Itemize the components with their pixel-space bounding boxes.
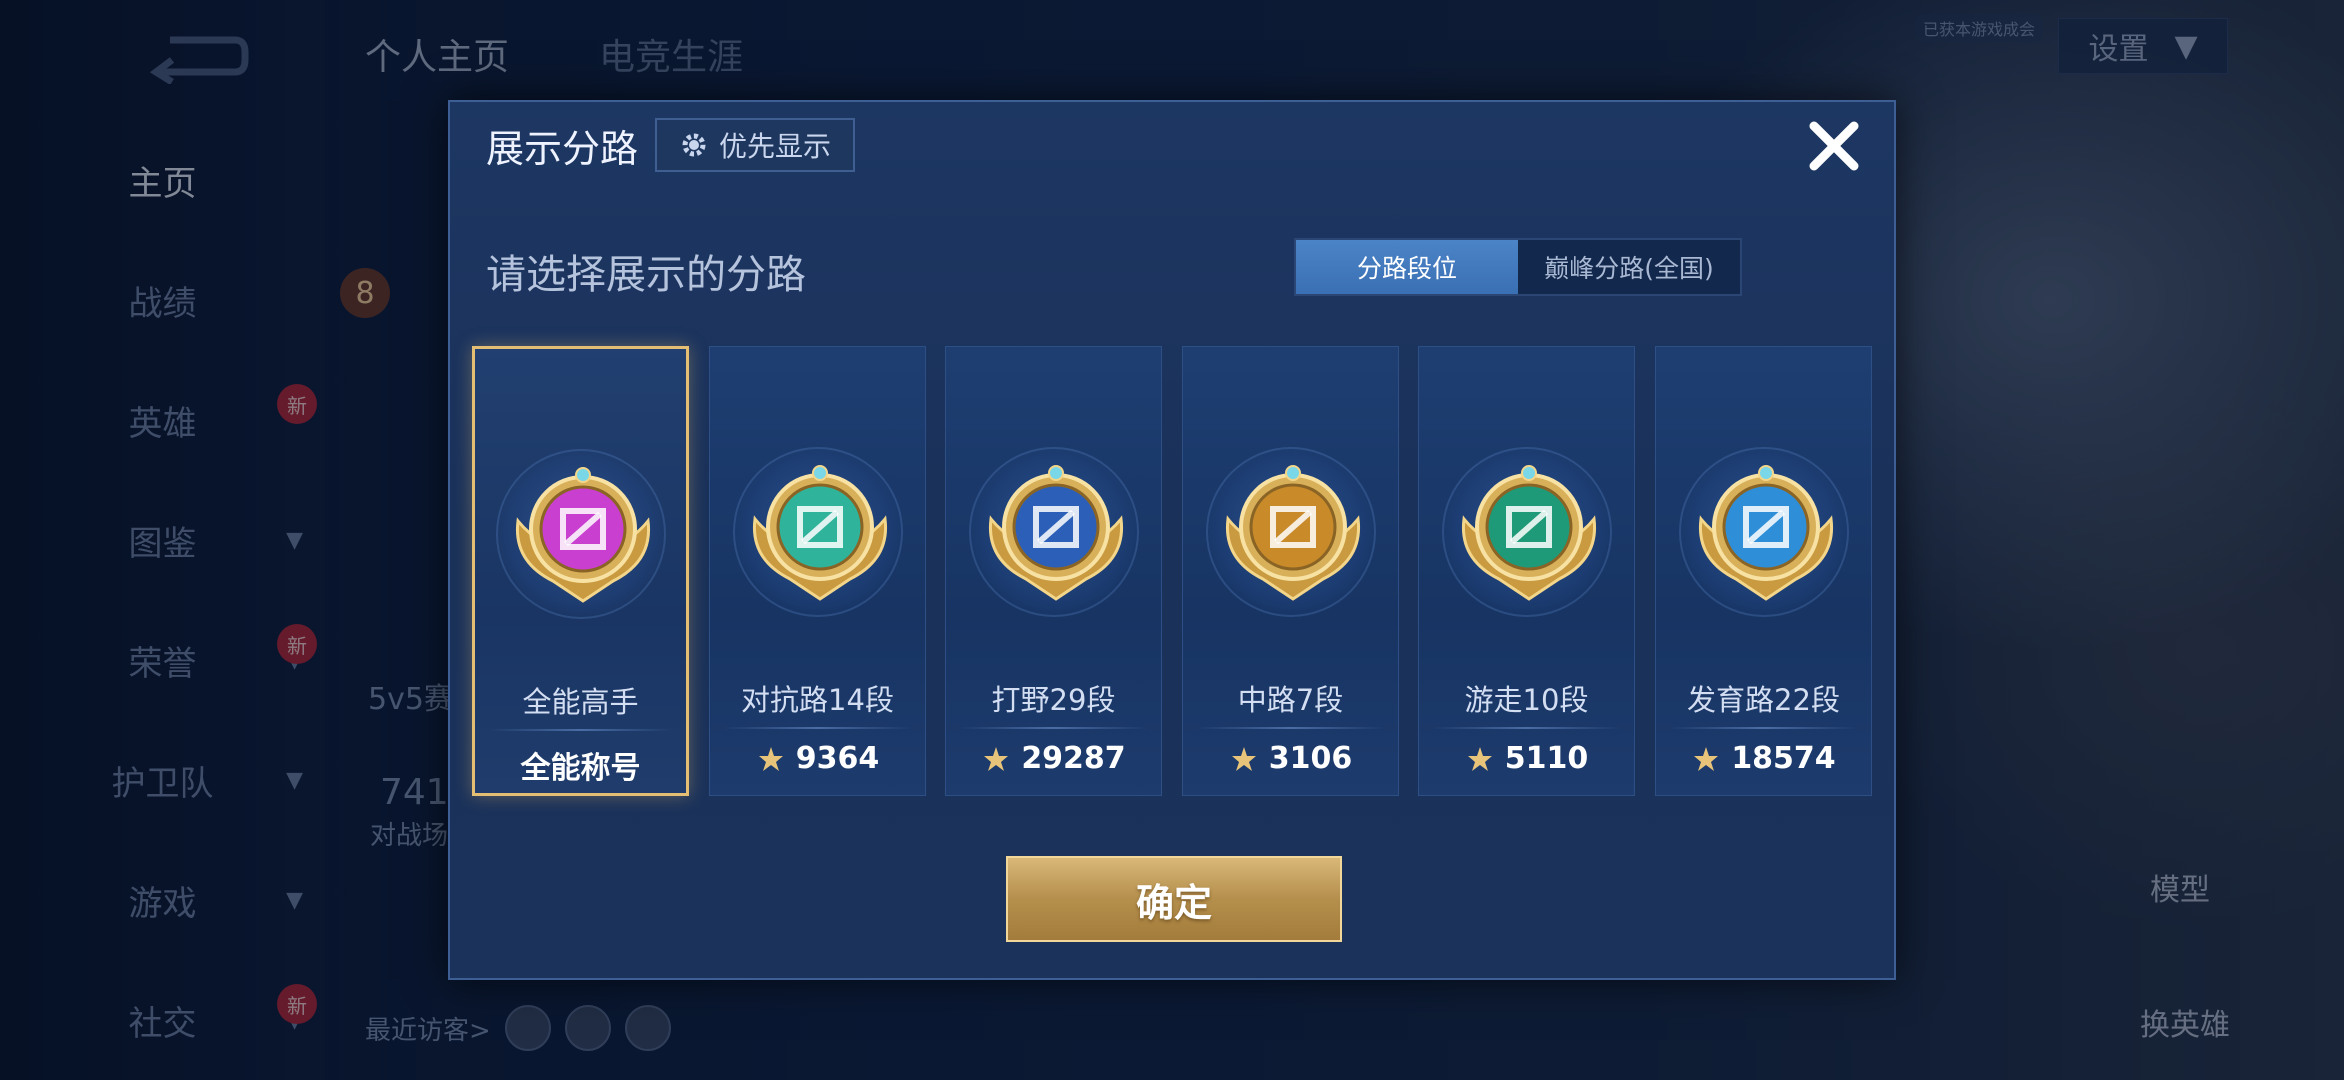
lane-card-name: 游走10段 [1464, 683, 1589, 717]
lane-card-name: 对抗路14段 [741, 683, 894, 717]
lane-card-value: 5110 [1419, 741, 1634, 776]
lane-card-value-text: 5110 [1504, 741, 1589, 776]
modal-title: 展示分路 [486, 127, 639, 171]
lane-card-list: 全能高手 全能称号 对抗路14段 9364 打野29段 29287 中路7段 3106 … [472, 346, 1882, 796]
lane-card-name: 全能高手 [522, 685, 639, 719]
all-round-icon [515, 467, 650, 603]
lane-card-value-text: 9364 [795, 741, 880, 776]
rank-points-icon [1694, 746, 1719, 771]
lane-badge [495, 449, 666, 619]
lane-badge [1678, 447, 1849, 617]
lane-badge [968, 447, 1139, 617]
priority-display-label: 优先显示 [718, 130, 831, 163]
modal-header: 展示分路 优先显示 [450, 102, 1894, 188]
lane-card[interactable]: 全能高手 全能称号 [472, 346, 689, 796]
lane-card-value-text: 全能称号 [520, 751, 641, 786]
confirm-button[interactable]: 确定 [1006, 856, 1342, 942]
lane-card-divider [1197, 727, 1384, 729]
lane-card-value: 3106 [1183, 741, 1398, 776]
roam-icon [1461, 465, 1596, 601]
priority-display-button[interactable]: 优先显示 [655, 118, 855, 172]
farm-lane-icon [1698, 465, 1833, 601]
lane-card-value: 全能称号 [475, 743, 686, 787]
lane-card-value: 29287 [946, 741, 1161, 776]
lane-card-value: 18574 [1656, 741, 1871, 776]
tab-peak-lane-national[interactable]: 巅峰分路(全国) [1518, 240, 1740, 294]
lane-card[interactable]: 中路7段 3106 [1182, 346, 1399, 796]
lane-card-name: 发育路22段 [1687, 683, 1840, 717]
modal-subtitle: 请选择展示的分路 [486, 252, 806, 298]
lane-card[interactable]: 打野29段 29287 [945, 346, 1162, 796]
lane-display-modal: 展示分路 优先显示 请选择展示的分路 分路段位 巅峰分路(全国) 全能高手全能称… [448, 100, 1896, 980]
lane-card-divider [1670, 727, 1857, 729]
lane-card-divider [1433, 727, 1620, 729]
tab-lane-rank[interactable]: 分路段位 [1296, 240, 1518, 294]
jungle-icon [988, 465, 1123, 601]
rank-points-icon [758, 746, 783, 771]
clash-lane-icon [752, 465, 887, 601]
lane-card-value-text: 18574 [1731, 741, 1836, 776]
lane-card-name: 中路7段 [1237, 683, 1344, 717]
lane-badge [1441, 447, 1612, 617]
lane-card[interactable]: 对抗路14段 9364 [709, 346, 926, 796]
lane-mode-toggle: 分路段位 巅峰分路(全国) [1294, 238, 1742, 296]
rank-points-icon [984, 746, 1009, 771]
lane-card-divider [489, 729, 672, 731]
rank-points-icon [1231, 746, 1256, 771]
lane-badge [732, 447, 903, 617]
gear-icon [682, 133, 706, 157]
lane-card[interactable]: 游走10段 5110 [1418, 346, 1635, 796]
lane-card-divider [960, 727, 1147, 729]
mid-lane-icon [1225, 465, 1360, 601]
lane-badge [1205, 447, 1376, 617]
rank-points-icon [1467, 746, 1492, 771]
close-button[interactable] [1802, 114, 1866, 178]
close-icon [1809, 121, 1859, 171]
lane-card-value: 9364 [710, 741, 925, 776]
lane-card[interactable]: 发育路22段 18574 [1655, 346, 1872, 796]
lane-card-value-text: 3106 [1268, 741, 1353, 776]
lane-card-divider [724, 727, 911, 729]
lane-card-name: 打野29段 [991, 683, 1116, 717]
lane-card-value-text: 29287 [1021, 741, 1126, 776]
